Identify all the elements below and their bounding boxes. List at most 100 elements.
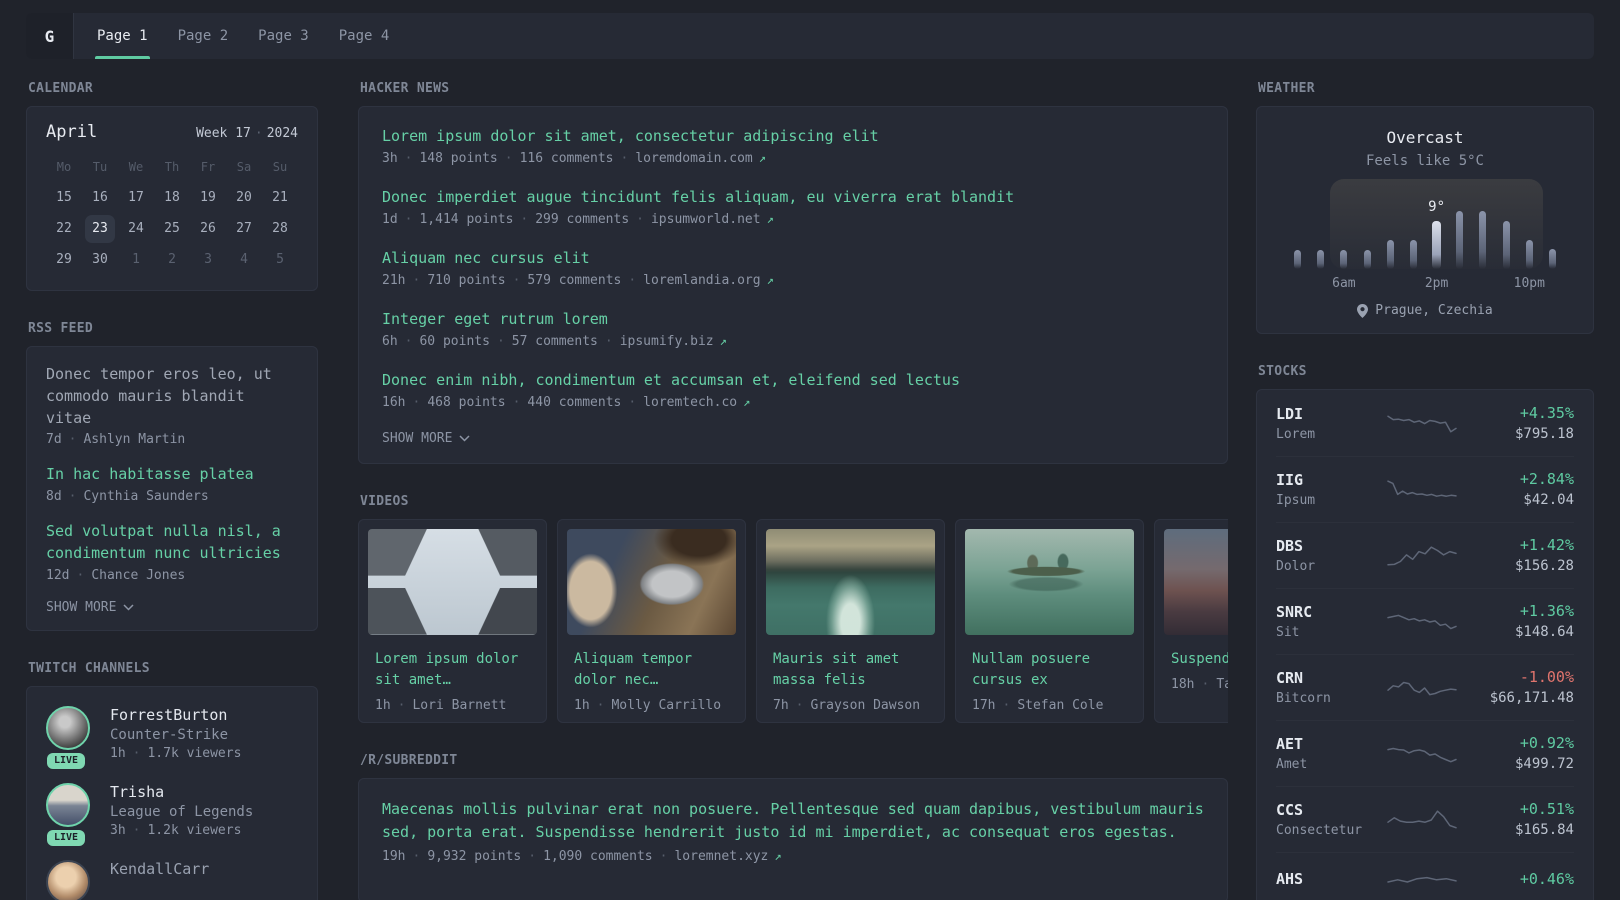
hn-story-link[interactable]: Integer eget rutrum lorem	[382, 309, 1204, 330]
twitch-channel-name[interactable]: ForrestBurton	[110, 706, 241, 724]
stock-row[interactable]: CRN Bitcorn -1.00% $66,171.48	[1276, 654, 1574, 720]
video-channel[interactable]: Grayson Dawson	[789, 698, 920, 713]
calendar-day[interactable]: 19	[193, 184, 223, 212]
hn-domain-link[interactable]: loremdomain.com ↗	[614, 151, 766, 166]
avatar[interactable]	[46, 859, 90, 900]
hn-comments[interactable]: 116 comments	[498, 151, 614, 166]
calendar-day[interactable]: 29	[49, 246, 79, 274]
stock-row[interactable]: AHS +0.46%	[1276, 852, 1574, 900]
video-channel[interactable]: Lori Barnett	[391, 698, 506, 713]
video-age: 1h	[375, 698, 391, 713]
stock-row[interactable]: LDI Lorem +4.35% $795.18	[1276, 391, 1574, 456]
top-navigation-bar: G Page 1 Page 2 Page 3 Page 4	[26, 13, 1594, 59]
hn-story-link[interactable]: Donec enim nibh, condimentum et accumsan…	[382, 370, 1204, 391]
hn-domain-link[interactable]: loremtech.co ↗	[621, 395, 750, 410]
hn-show-more-button[interactable]: SHOW MORE	[382, 431, 470, 446]
rss-item-link[interactable]: Sed volutpat nulla nisl, a condimentum n…	[46, 521, 298, 565]
calendar-day[interactable]: 27	[229, 215, 259, 243]
calendar-day[interactable]: 15	[49, 184, 79, 212]
dow-label: Mo	[56, 160, 72, 174]
video-channel[interactable]: Molly Carrillo	[590, 698, 721, 713]
twitch-channel-name[interactable]: Trisha	[110, 783, 253, 801]
tab-page-2[interactable]: Page 2	[163, 13, 244, 59]
rss-card: Donec tempor eros leo, ut commodo mauris…	[26, 346, 318, 631]
video-thumbnail[interactable]	[567, 529, 736, 635]
calendar-card: April Week 17 · 2024 Mo Tu We Th Fr Sa Su …	[26, 106, 318, 291]
hn-domain-link[interactable]: ipsumworld.net ↗	[629, 212, 774, 227]
video-title-link[interactable]: Aliquam tempor dolor nec pharetra…	[574, 649, 729, 691]
calendar-day[interactable]: 24	[121, 215, 151, 243]
rss-item-author: Chance Jones	[69, 568, 185, 583]
hn-age: 1d	[382, 212, 398, 227]
stock-row[interactable]: SNRC Sit +1.36% $148.64	[1276, 588, 1574, 654]
calendar-day[interactable]: 22	[49, 215, 79, 243]
calendar-day-next-month[interactable]: 1	[121, 246, 151, 274]
video-title-link[interactable]: Mauris sit amet massa felis	[773, 649, 928, 691]
hn-domain-link[interactable]: loremlandia.org ↗	[621, 273, 774, 288]
hacker-news-card: Lorem ipsum dolor sit amet, consectetur …	[358, 106, 1228, 464]
video-thumbnail[interactable]	[766, 529, 935, 635]
stock-symbol: SNRC	[1276, 602, 1313, 621]
calendar-day-next-month[interactable]: 4	[229, 246, 259, 274]
video-channel[interactable]: Tara	[1194, 677, 1228, 692]
stock-change: +1.42%	[1519, 536, 1574, 554]
stock-row[interactable]: CCS Consectetur +0.51% $165.84	[1276, 786, 1574, 852]
calendar-grid: Mo Tu We Th Fr Sa Su 15 16 17 18 19 20 2…	[46, 154, 298, 275]
calendar-day[interactable]: 25	[157, 215, 187, 243]
hn-story-link[interactable]: Lorem ipsum dolor sit amet, consectetur …	[382, 126, 1204, 147]
hn-story-link[interactable]: Aliquam nec cursus elit	[382, 248, 1204, 269]
twitch-channel-name[interactable]: KendallCarr	[110, 860, 209, 878]
video-channel[interactable]: Stefan Cole	[995, 698, 1103, 713]
weather-temp-bar	[1340, 250, 1348, 269]
video-thumbnail[interactable]	[368, 529, 537, 635]
chevron-down-icon	[123, 603, 134, 611]
tab-page-3[interactable]: Page 3	[243, 13, 324, 59]
video-title-link[interactable]: Nullam posuere cursus ex	[972, 649, 1127, 691]
calendar-day[interactable]: 16	[85, 184, 115, 212]
hn-comments[interactable]: 440 comments	[506, 395, 621, 410]
calendar-day-next-month[interactable]: 3	[193, 246, 223, 274]
rss-item-meta: 8dCynthia Saunders	[46, 489, 298, 504]
calendar-day[interactable]: 28	[265, 215, 295, 243]
calendar-day-next-month[interactable]: 2	[157, 246, 187, 274]
avatar[interactable]	[46, 705, 90, 750]
rss-item-link[interactable]: Donec tempor eros leo, ut commodo mauris…	[46, 364, 298, 429]
calendar-day-next-month[interactable]: 5	[265, 246, 295, 274]
calendar-day-selected[interactable]: 23	[85, 215, 115, 243]
calendar-day[interactable]: 30	[85, 246, 115, 274]
hn-story-link[interactable]: Donec imperdiet augue tincidunt felis al…	[382, 187, 1204, 208]
twitch-channel-game[interactable]: Counter-Strike	[110, 727, 241, 743]
calendar-day[interactable]: 20	[229, 184, 259, 212]
hn-comments[interactable]: 57 comments	[490, 334, 598, 349]
tab-page-4[interactable]: Page 4	[324, 13, 405, 59]
video-title-link[interactable]: Lorem ipsum dolor sit amet consectetur a…	[375, 649, 530, 691]
twitch-channel-info: ForrestBurton Counter-Strike 1h1.7k view…	[110, 706, 241, 761]
video-thumbnail[interactable]	[965, 529, 1134, 635]
calendar-day[interactable]: 18	[157, 184, 187, 212]
app-logo[interactable]: G	[26, 13, 74, 59]
reddit-post-link[interactable]: Maecenas mollis pulvinar erat non posuer…	[382, 798, 1204, 845]
calendar-day[interactable]: 26	[193, 215, 223, 243]
calendar-day[interactable]: 17	[121, 184, 151, 212]
stock-row[interactable]: DBS Dolor +1.42% $156.28	[1276, 522, 1574, 588]
video-title-link[interactable]: Suspendisse diam	[1171, 649, 1228, 670]
hn-comments[interactable]: 299 comments	[513, 212, 629, 227]
rss-item-link[interactable]: In hac habitasse platea	[46, 464, 298, 486]
calendar-year: 2024	[266, 126, 298, 141]
rss-item: Sed volutpat nulla nisl, a condimentum n…	[46, 521, 298, 583]
hn-comments[interactable]: 579 comments	[506, 273, 621, 288]
stock-row[interactable]: AET Amet +0.92% $499.72	[1276, 720, 1574, 786]
rss-show-more-button[interactable]: SHOW MORE	[46, 600, 134, 615]
twitch-channel-game[interactable]: League of Legends	[110, 804, 253, 820]
stock-row[interactable]: IIG Ipsum +2.84% $42.04	[1276, 456, 1574, 522]
calendar-day[interactable]: 21	[265, 184, 295, 212]
avatar[interactable]	[46, 782, 90, 827]
stocks-card: LDI Lorem +4.35% $795.18 IIG Ipsum +2.84% $4…	[1256, 389, 1594, 900]
tab-page-1[interactable]: Page 1	[82, 13, 163, 59]
left-column: CALENDAR April Week 17 · 2024 Mo Tu We Th …	[26, 81, 318, 900]
reddit-comments[interactable]: 1,090 comments	[521, 849, 653, 864]
video-thumbnail[interactable]	[1164, 529, 1228, 635]
weather-location[interactable]: Prague, Czechia	[1276, 303, 1574, 318]
reddit-domain-link[interactable]: loremnet.xyz ↗	[653, 849, 781, 864]
hn-domain-link[interactable]: ipsumify.biz ↗	[598, 334, 727, 349]
